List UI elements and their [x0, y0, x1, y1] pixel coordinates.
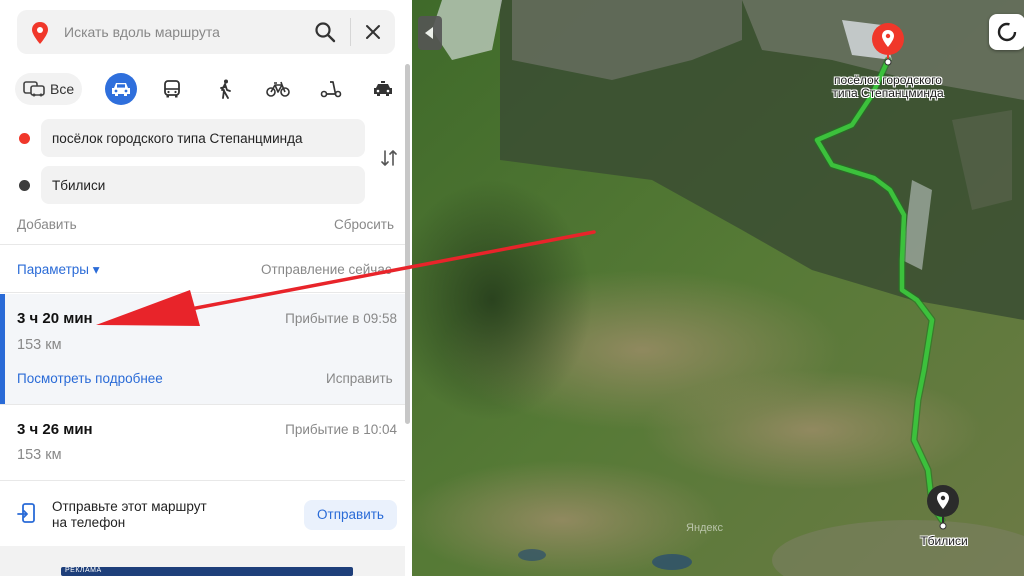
route-details-link[interactable]: Посмотреть подробнее	[17, 371, 163, 386]
scooter-icon	[320, 81, 342, 98]
route-distance: 153 км	[17, 447, 62, 463]
route-arrival: Прибытие в 09:58	[285, 311, 397, 326]
ad-banner[interactable]: РЕКЛАМА	[61, 567, 353, 576]
route-fix-link[interactable]: Исправить	[326, 371, 393, 386]
panel-scrollbar[interactable]	[405, 64, 410, 424]
send-to-phone-icon	[17, 503, 35, 523]
transport-modes: Все	[15, 72, 397, 106]
end-map-pin-icon[interactable]	[926, 484, 960, 532]
mode-car-button[interactable]	[105, 73, 137, 105]
mode-bicycle-button[interactable]	[262, 73, 294, 105]
collapse-panel-button[interactable]	[418, 16, 442, 50]
swap-arrows-icon[interactable]	[379, 148, 399, 168]
route-start-dot	[19, 133, 30, 144]
start-place-label: посёлок городского типа Степанцминда	[808, 74, 968, 100]
mode-all-button[interactable]: Все	[15, 73, 82, 105]
route-to-value: Тбилиси	[52, 178, 106, 193]
taxi-icon	[374, 81, 392, 96]
divider	[0, 292, 405, 293]
send-button[interactable]: Отправить	[304, 500, 397, 530]
route-end-dot	[19, 180, 30, 191]
selected-indicator	[0, 294, 5, 404]
route-search-box[interactable]: Искать вдоль маршрута	[17, 10, 395, 54]
send-text-line1: Отправьте этот маршрут	[52, 499, 207, 514]
route-option-selected[interactable]: 3 ч 20 мин Прибытие в 09:58 153 км Посмо…	[0, 294, 405, 404]
mode-all-label: Все	[50, 81, 75, 97]
route-option[interactable]: 3 ч 26 мин Прибытие в 10:04 153 км	[0, 405, 405, 475]
map-watermark: Яндекс	[686, 522, 723, 534]
close-icon[interactable]	[363, 22, 383, 42]
car-icon	[112, 83, 130, 96]
send-text-line2: на телефон	[52, 515, 126, 530]
satellite-map[interactable]: посёлок городского типа Степанцминда Тби…	[412, 0, 1024, 576]
route-panel: Искать вдоль маршрута Все посёлок городс…	[0, 0, 412, 576]
mode-bus-button[interactable]	[156, 73, 188, 105]
bicycle-icon	[266, 81, 290, 97]
ad-label: РЕКЛАМА	[65, 567, 102, 574]
mode-scooter-button[interactable]	[315, 73, 347, 105]
search-icon[interactable]	[314, 21, 336, 43]
divider	[0, 244, 405, 245]
location-pin-icon	[32, 22, 48, 44]
compass-icon	[997, 22, 1017, 42]
add-waypoint-link[interactable]: Добавить	[17, 217, 77, 232]
departure-time-dropdown[interactable]: Отправление сейчас	[261, 262, 392, 277]
walk-icon	[220, 79, 231, 99]
end-place-label: Тбилиси	[920, 534, 968, 548]
mode-walk-button[interactable]	[209, 73, 241, 105]
chevron-left-icon	[425, 27, 433, 39]
route-search-placeholder: Искать вдоль маршрута	[64, 24, 220, 40]
bus-icon	[164, 80, 180, 98]
route-distance: 153 км	[17, 337, 62, 353]
route-from-value: посёлок городского типа Степанцминда	[52, 131, 303, 146]
parameters-dropdown[interactable]: Параметры ▾	[17, 262, 100, 278]
route-to-field[interactable]: Тбилиси	[41, 166, 365, 204]
search-separator	[350, 18, 351, 46]
start-label-line2: типа Степанцминда	[832, 86, 944, 100]
map-settings-button[interactable]	[989, 14, 1024, 50]
send-button-label: Отправить	[317, 507, 384, 522]
route-arrival: Прибытие в 10:04	[285, 422, 397, 437]
route-from-field[interactable]: посёлок городского типа Степанцминда	[41, 119, 365, 157]
divider	[0, 480, 405, 481]
route-duration: 3 ч 20 мин	[17, 310, 93, 327]
route-duration: 3 ч 26 мин	[17, 421, 93, 438]
mode-taxi-button[interactable]	[367, 73, 399, 105]
start-map-pin-icon[interactable]	[871, 22, 905, 66]
reset-route-link[interactable]: Сбросить	[334, 217, 394, 232]
car-bus-icon	[23, 81, 45, 97]
